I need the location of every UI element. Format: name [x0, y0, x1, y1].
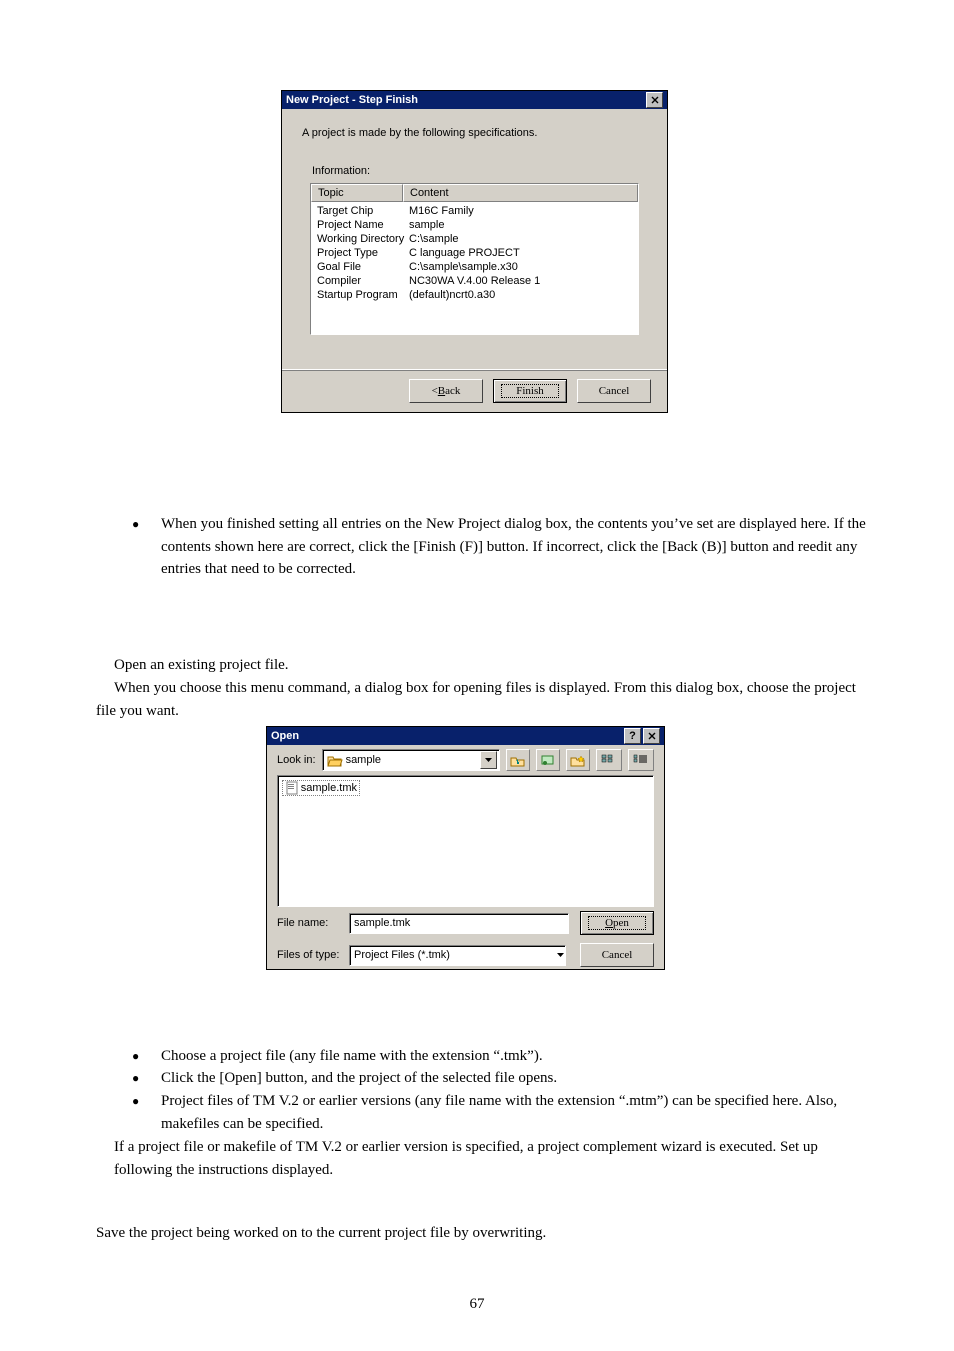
list-header: Topic Content [311, 184, 638, 202]
help-icon[interactable]: ? [624, 728, 641, 744]
file-type-label: Files of type: [277, 949, 341, 961]
list-row: Startup Program(default)ncrt0.a30 [317, 288, 632, 302]
file-item[interactable]: sample.tmk [282, 780, 360, 796]
list-row: Project TypeC language PROJECT [317, 246, 632, 260]
open-toolbar: Look in: sample [267, 745, 664, 775]
open-folder-icon [327, 754, 343, 767]
back-button[interactable]: < Back [409, 379, 483, 403]
dialog-intro-text: A project is made by the following speci… [302, 127, 647, 139]
details-view-icon[interactable] [628, 749, 654, 771]
open-dialog: Open ? Look in: sample [266, 726, 665, 970]
file-icon [285, 781, 298, 795]
list-row: Goal FileC:\sample\sample.x30 [317, 260, 632, 274]
body-text: Save the project being worked on to the … [96, 1222, 866, 1245]
page-number: 67 [0, 1296, 954, 1313]
body-text: Click the [Open] button, and the project… [161, 1067, 891, 1090]
bullet-icon: ● [132, 1094, 139, 1109]
open-button[interactable]: Open [580, 911, 654, 935]
close-icon[interactable] [646, 92, 663, 108]
file-name-label: File name: [277, 917, 341, 929]
chevron-down-icon[interactable] [480, 751, 497, 769]
col-content[interactable]: Content [403, 184, 638, 202]
look-in-combo[interactable]: sample [322, 749, 500, 771]
list-view-icon[interactable] [596, 749, 622, 771]
dialog-title: Open [271, 727, 299, 745]
list-row: CompilerNC30WA V.4.00 Release 1 [317, 274, 632, 288]
dialog-button-bar: < Back Finish Cancel [282, 369, 667, 412]
list-row: Target ChipM16C Family [317, 204, 632, 218]
list-row: Working DirectoryC:\sample [317, 232, 632, 246]
new-folder-icon[interactable] [566, 749, 590, 771]
chevron-down-icon[interactable] [557, 953, 564, 957]
look-in-label: Look in: [277, 754, 316, 766]
information-label: Information: [312, 165, 647, 177]
body-text: Project files of TM V.2 or earlier versi… [161, 1090, 866, 1135]
body-text: Choose a project file (any file name wit… [161, 1045, 891, 1068]
bullet-icon: ● [132, 1049, 139, 1064]
col-topic[interactable]: Topic [311, 184, 403, 202]
body-text: When you finished setting all entries on… [161, 513, 866, 581]
dialog-titlebar: Open ? [267, 727, 664, 745]
finish-button[interactable]: Finish [493, 379, 567, 403]
body-text: If a project file or makefile of TM V.2 … [114, 1136, 864, 1181]
cancel-button[interactable]: Cancel [577, 379, 651, 403]
information-listbox[interactable]: Topic Content Target ChipM16C Family Pro… [310, 183, 639, 335]
dialog-title: New Project - Step Finish [286, 91, 418, 109]
file-list-area[interactable]: sample.tmk [277, 775, 654, 907]
list-row: Project Namesample [317, 218, 632, 232]
bullet-icon: ● [132, 517, 139, 532]
dialog-titlebar: New Project - Step Finish [282, 91, 667, 109]
cancel-button[interactable]: Cancel [580, 943, 654, 967]
new-project-step-finish-dialog: New Project - Step Finish A project is m… [281, 90, 668, 413]
body-text: Open an existing project file. [96, 654, 866, 677]
bullet-icon: ● [132, 1071, 139, 1086]
file-type-combo[interactable]: Project Files (*.tmk) [349, 945, 566, 966]
up-one-level-icon[interactable] [506, 749, 530, 771]
file-name-input[interactable]: sample.tmk [349, 913, 569, 934]
desktop-icon[interactable] [536, 749, 560, 771]
close-icon[interactable] [643, 728, 660, 744]
body-text: When you choose this menu command, a dia… [96, 677, 866, 722]
